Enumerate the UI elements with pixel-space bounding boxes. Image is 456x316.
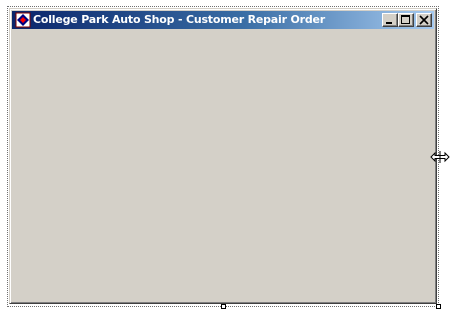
resize-handle-bottom-right[interactable] (436, 304, 441, 309)
close-icon (419, 15, 429, 25)
minimize-icon (386, 22, 392, 24)
horizontal-resize-cursor-icon (430, 151, 450, 163)
window-title: College Park Auto Shop - Customer Repair… (33, 13, 325, 26)
maximize-icon (401, 15, 410, 24)
minimize-button[interactable] (382, 13, 398, 27)
title-bar[interactable]: College Park Auto Shop - Customer Repair… (12, 11, 434, 29)
maximize-button[interactable] (398, 13, 414, 27)
form-client-area[interactable] (12, 29, 434, 301)
resize-handle-bottom[interactable] (221, 304, 226, 309)
form-window[interactable]: College Park Auto Shop - Customer Repair… (9, 8, 437, 304)
close-button[interactable] (416, 13, 432, 27)
app-icon[interactable] (15, 12, 31, 28)
